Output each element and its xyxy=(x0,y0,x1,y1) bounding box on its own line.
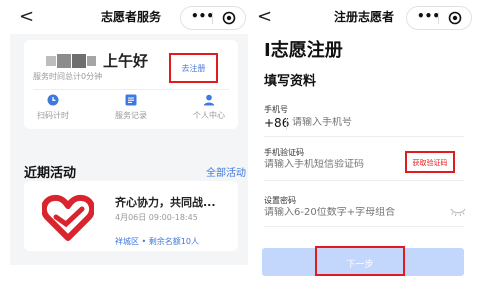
activity-time: 4月06日 09:00-18:45 xyxy=(115,213,198,222)
nav-bar: < 志愿者服务 ••• xyxy=(10,0,252,34)
field-underline xyxy=(264,136,464,137)
activity-title: 齐心协力，共同战... xyxy=(115,196,216,209)
sms-code-input[interactable] xyxy=(264,159,402,170)
phone-label: 手机号 xyxy=(264,105,288,114)
capsule-divider xyxy=(212,12,213,24)
action-service-record[interactable]: 服务记录 xyxy=(102,94,160,121)
code-label: 手机验证码 xyxy=(264,148,304,157)
greeting: 上午好 xyxy=(103,52,149,70)
capsule-divider xyxy=(438,12,439,24)
next-button[interactable]: 下一步 xyxy=(315,246,405,276)
get-code-button-label: 获取验证码 xyxy=(412,159,448,167)
password-label: 设置密码 xyxy=(264,196,296,205)
mini-program-capsule: ••• xyxy=(406,6,472,30)
list-icon xyxy=(125,94,137,106)
action-personal-center[interactable]: 个人中心 xyxy=(180,94,238,121)
phone-input[interactable] xyxy=(292,117,452,128)
all-activities-link[interactable]: 全部活动 xyxy=(206,164,246,179)
divider xyxy=(33,89,229,90)
volunteer-service-screen: < 志愿者服务 ••• 上午好 服务时间总计0分钟 去注册 扫码计时 服务记录 … xyxy=(10,0,252,265)
close-target-icon[interactable] xyxy=(222,11,236,25)
next-button-bar: 下一步 xyxy=(262,246,464,276)
register-button[interactable]: 去注册 xyxy=(169,53,218,83)
recent-activities-title: 近期活动 xyxy=(24,166,77,181)
section-title: 填写资料 xyxy=(264,74,317,89)
register-volunteer-screen: < 注册志愿者 ••• I志愿注册 填写资料 手机号 +86 手机验证码 获取验… xyxy=(248,0,480,290)
field-underline xyxy=(264,226,464,227)
volunteer-heart-logo xyxy=(42,194,94,241)
activity-card[interactable]: 齐心协力，共同战... 4月06日 09:00-18:45 祥城区 • 剩余名额… xyxy=(24,181,238,251)
more-menu-icon[interactable]: ••• xyxy=(417,9,440,23)
field-underline xyxy=(264,180,464,181)
nav-bar: < 注册志愿者 ••• xyxy=(248,0,480,34)
action-scan-timer[interactable]: 扫码计时 xyxy=(24,94,82,121)
action-label: 扫码计时 xyxy=(37,111,69,120)
blurred-avatar xyxy=(46,54,96,68)
service-time: 服务时间总计0分钟 xyxy=(33,72,103,81)
hide-password-icon[interactable] xyxy=(450,207,466,217)
get-code-button[interactable]: 获取验证码 xyxy=(405,151,455,173)
register-button-label: 去注册 xyxy=(181,64,206,73)
screenshot-root: < 志愿者服务 ••• 上午好 服务时间总计0分钟 去注册 扫码计时 服务记录 … xyxy=(0,0,490,300)
activity-meta: 祥城区 • 剩余名额10人 xyxy=(115,237,199,246)
mini-program-capsule: ••• xyxy=(180,6,246,30)
password-input[interactable] xyxy=(264,207,444,218)
profile-card: 上午好 服务时间总计0分钟 去注册 扫码计时 服务记录 个人中心 xyxy=(24,40,238,129)
close-target-icon[interactable] xyxy=(448,11,462,25)
page-title: I志愿注册 xyxy=(264,40,343,61)
action-label: 服务记录 xyxy=(115,111,147,120)
user-icon xyxy=(203,94,215,106)
action-label: 个人中心 xyxy=(193,111,225,120)
field-divider xyxy=(286,118,287,130)
next-button-label: 下一步 xyxy=(346,260,374,270)
clock-icon xyxy=(47,94,59,106)
more-menu-icon[interactable]: ••• xyxy=(191,9,214,23)
